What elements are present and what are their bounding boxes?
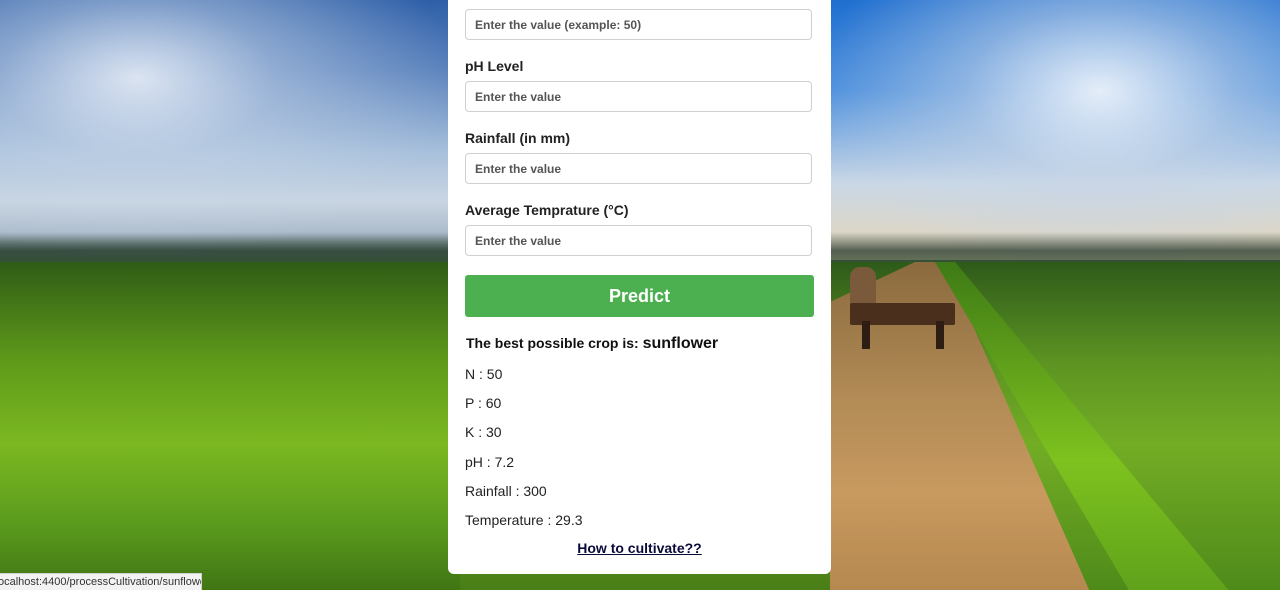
stat-temperature: Temperature : 29.3 [465, 512, 583, 528]
nutrient-input[interactable] [465, 9, 812, 40]
ph-label: pH Level [465, 58, 524, 74]
ox-cart [850, 267, 955, 355]
rainfall-label: Rainfall (in mm) [465, 130, 571, 146]
cart-wheel [862, 321, 870, 349]
cart-wheel [936, 321, 944, 349]
result-heading: The best possible crop is: sunflower [466, 335, 718, 353]
how-to-cultivate-link[interactable]: How to cultivate?? [448, 540, 831, 556]
status-url: ocalhost:4400/processCultivation/sunflow… [0, 576, 202, 588]
browser-status-bar: ocalhost:4400/processCultivation/sunflow… [0, 573, 202, 590]
ph-input[interactable] [465, 81, 812, 112]
predicted-crop: sunflower [642, 335, 719, 352]
predict-button[interactable]: Predict [465, 275, 814, 317]
prediction-panel: pH Level Rainfall (in mm) Average Tempra… [448, 0, 831, 574]
crop-field-left [0, 262, 460, 590]
temperature-label: Average Temprature (°C) [465, 202, 629, 218]
result-prefix: The best possible crop is: [466, 335, 639, 351]
stat-nitrogen: N : 50 [465, 366, 503, 382]
stat-phosphorus: P : 60 [465, 395, 502, 411]
sky-right [830, 0, 1280, 260]
sky-left [0, 0, 460, 260]
stat-potassium: K : 30 [465, 424, 502, 440]
stat-rainfall: Rainfall : 300 [465, 483, 547, 499]
temperature-input[interactable] [465, 225, 812, 256]
rainfall-input[interactable] [465, 153, 812, 184]
stat-ph: pH : 7.2 [465, 454, 515, 470]
